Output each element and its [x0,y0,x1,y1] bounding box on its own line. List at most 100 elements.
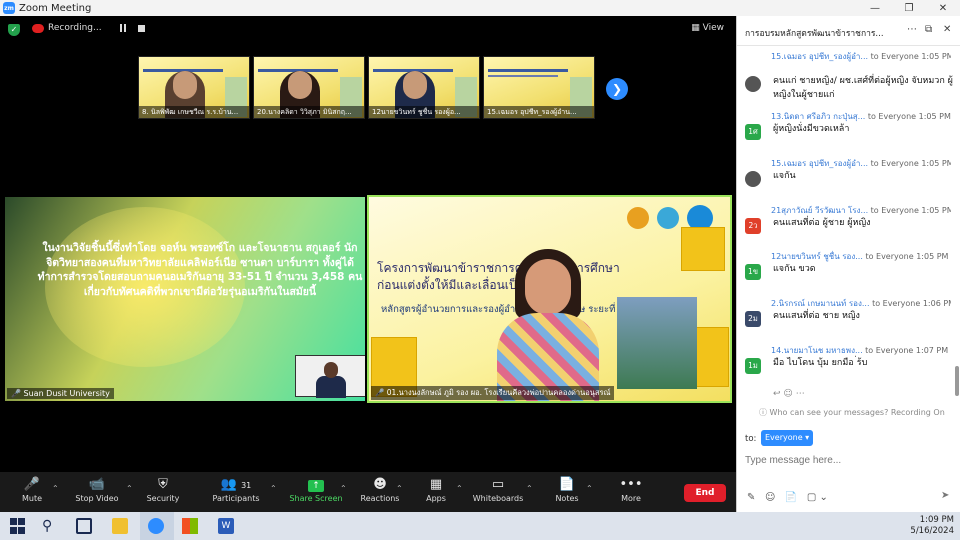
sender-name: 13.นิดดา ศรีอภิว กะปุ่นสุ... [771,112,866,121]
whiteboards-button[interactable]: ▭ Whiteboards [468,476,528,503]
sender-name: 12นายขวินทร์ ชูชื่น รอง... [771,252,863,261]
slide-subtitle-bar [488,75,558,77]
emoji-icon[interactable]: ☺ [765,492,775,503]
participant-thumbnail[interactable]: 12นายขวินทร์ ชูชื่น รองผู้อ... [368,56,480,119]
participant-name: 15.เฉมอร อุปชีท_รองผู้อำน... [484,106,594,118]
add-reaction-icon[interactable]: ☺ [783,389,792,399]
stop-video-button[interactable]: 📹 Stop Video [67,476,127,503]
mute-label: Mute [21,494,43,503]
participants-button[interactable]: 👥 31 Participants [206,476,266,503]
task-view-icon[interactable] [76,518,92,534]
decor-box [681,227,725,271]
video-options-chevron-icon[interactable]: ⌃ [126,484,133,493]
security-button[interactable]: ⛨ Security [133,476,193,503]
stop-recording-icon[interactable] [137,24,145,32]
zoom-logo-icon: zm [3,2,15,14]
message-time: 1:05 PM [918,112,951,121]
minimize-icon[interactable]: — [860,0,890,16]
audio-options-chevron-icon[interactable]: ⌃ [52,484,59,493]
sender-name: 2.นิรกรณ์ เกษมานนท์ รอง... [771,299,870,308]
reactions-chevron-icon[interactable]: ⌃ [396,484,403,493]
apps-chevron-icon[interactable]: ⌃ [456,484,463,493]
avatar: 1ข [745,264,761,280]
security-shield-icon: ⛨ [158,477,168,492]
camera-icon: 📹 [88,477,106,492]
message-recipient: to Everyone [865,346,914,355]
system-clock[interactable]: 1:09 PM 5/16/2024 [910,515,954,537]
message-text: มือ ไบโดน บุ้ม ยกมือ ่ร้บ [773,358,868,368]
message-recipient: to Everyone [867,112,917,121]
participants-label: Participants [212,494,260,503]
send-icon[interactable]: ➤ [941,490,949,501]
message-text: คนแก่ ชายหญิง/ ผช.เสศ์ที่ต่อผู้หญิง จับห… [773,76,953,100]
recording-indicator: Recording... [32,23,145,33]
store-app-icon[interactable] [182,518,198,534]
file-explorer-icon[interactable] [112,518,128,534]
message-reactions[interactable]: ↩ ☺ ⋯ [773,389,805,399]
message-time: 1:05 PM [921,159,951,168]
participant-thumbnail[interactable]: 8. นิลพิพัฒ เกษชวีณ ร.ร.บ้าน... [138,56,250,119]
end-meeting-button[interactable]: End [684,484,726,502]
slide-subheading: หลักสูตรผู้อำนวยการและรองผู้อำนวยการข้า.… [381,304,637,315]
stop-video-label: Stop Video [75,494,119,503]
message-time: 1:05 PM [916,252,949,261]
avatar-photo [745,171,761,187]
chat-scrollbar[interactable] [955,366,959,396]
reply-icon[interactable]: ↩ [773,389,781,399]
notes-chevron-icon[interactable]: ⌃ [586,484,593,493]
more-dots-icon: ••• [619,477,643,492]
chat-options-dots-icon[interactable]: ⋯ [907,24,917,35]
slide-building [617,297,697,389]
security-label: Security [146,494,180,503]
restore-icon[interactable]: ❐ [894,0,924,16]
participants-count: 31 [241,481,252,490]
to-label: to: [745,434,757,444]
windows-start-icon[interactable] [10,518,26,534]
video-stage: ✓ Recording... ▦ View 8. นิลพิพัฒ เกษชวี… [0,16,736,472]
message-more-icon[interactable]: ⋯ [796,389,805,399]
chat-close-icon[interactable]: ✕ [943,24,951,35]
share-screen-button[interactable]: ↑ Share Screen [286,476,346,503]
whiteboards-chevron-icon[interactable]: ⌃ [526,484,533,493]
recipient-value: Everyone [765,433,803,442]
emblem-icon [627,207,649,229]
sender-name: 15.เฉมอร อุปชีท_รองผู้อำ... [771,52,869,61]
ministry-logo-icon [657,207,679,229]
message-time: 1:05 PM [921,52,951,61]
video-tile-right[interactable]: โครงการพัฒนาข้าราชการครูและบุ...การศึกษา… [367,195,732,403]
word-app-icon[interactable]: W [218,518,234,534]
tile-participant-name: 🎤 Suan Dusit University [7,388,114,399]
participant-thumbnail[interactable]: 15.เฉมอร อุปชีท_รองผู้อำน... [483,56,595,119]
file-icon[interactable]: 📄 [785,492,797,503]
format-icon[interactable]: ✎ [747,492,755,503]
cloud-record-icon [32,23,44,33]
view-button[interactable]: ▦ View [691,23,724,33]
recipient-dropdown[interactable]: Everyone ▾ [761,430,814,446]
pause-recording-icon[interactable] [119,24,126,32]
clock-date: 5/16/2024 [910,526,954,536]
encryption-shield-icon[interactable]: ✓ [8,24,20,36]
avatar: 2ว [745,218,761,234]
close-icon[interactable]: ✕ [928,0,958,16]
message-time: 1:05 PM [921,206,951,215]
participant-face [288,71,312,99]
screenshot-icon[interactable]: ▢ [807,492,816,503]
share-chevron-icon[interactable]: ⌃ [340,484,347,493]
tile-name-text: Suan Dusit University [23,389,110,398]
participants-chevron-icon[interactable]: ⌃ [270,484,277,493]
chat-message-input[interactable] [745,452,953,468]
zoom-app-icon[interactable] [148,518,164,534]
video-tile-left[interactable]: ในงานวิจัยชิ้นนี้ซึ่งทำโดย จอห์น พรอทซ์โ… [5,197,365,401]
window-title: Zoom Meeting [19,2,92,14]
message-recipient: to Everyone [872,299,921,308]
participant-face [403,71,427,99]
next-page-arrow-icon[interactable]: ❯ [606,78,628,100]
presenter-mini-video[interactable] [295,355,365,398]
search-icon[interactable]: ⚲ [42,518,58,534]
popout-icon[interactable]: ⧉ [925,24,932,35]
recording-label: Recording... [48,23,102,33]
participant-thumbnail[interactable]: 20.นางคลิดา วิวิสุภา มินิสกฤ... [253,56,365,119]
who-can-see-notice[interactable]: ⓘ Who can see your messages? Recording O… [759,407,945,418]
more-button[interactable]: ••• More [601,476,661,503]
participant-face [173,71,197,99]
